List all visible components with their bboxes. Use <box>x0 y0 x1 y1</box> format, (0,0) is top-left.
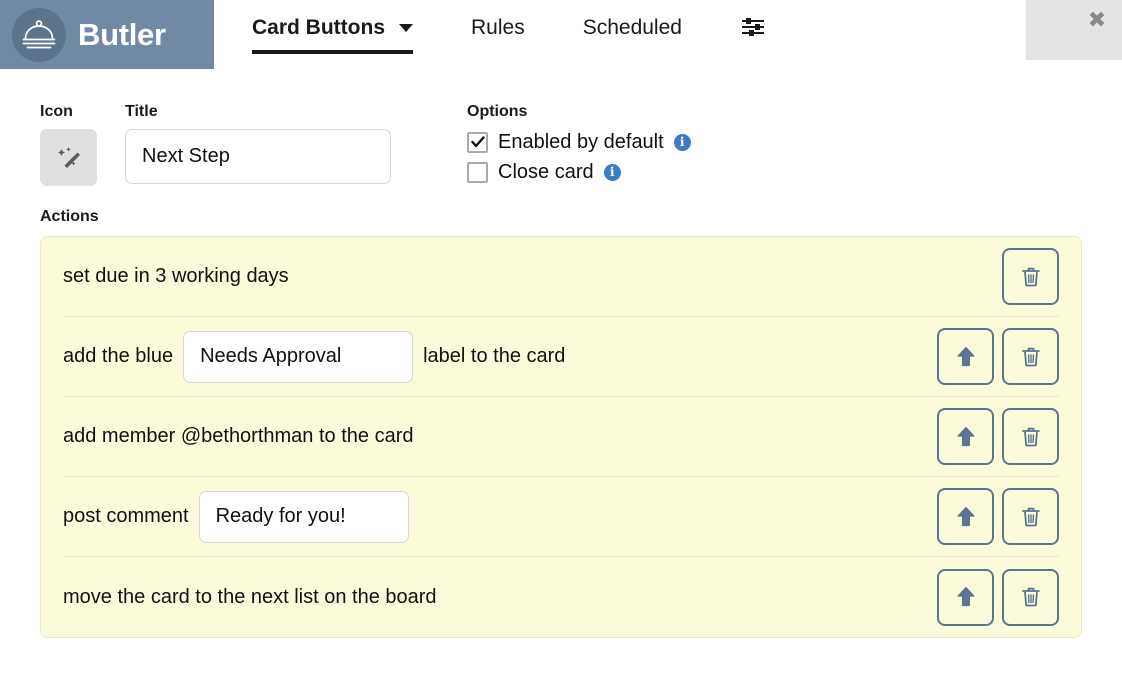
chevron-down-icon <box>399 24 413 32</box>
action-row: post comment <box>63 477 1059 557</box>
options-label: Options <box>467 103 691 121</box>
app-header: Butler Card Buttons Rules Scheduled ✖ <box>0 0 1122 69</box>
action-description: post comment <box>63 491 419 543</box>
action-description: move the card to the next list on the bo… <box>63 586 437 609</box>
main-nav: Card Buttons Rules Scheduled <box>214 0 1122 69</box>
action-value-input[interactable] <box>199 491 409 543</box>
info-icon[interactable]: i <box>604 164 621 181</box>
delete-action-button[interactable] <box>1002 569 1059 626</box>
action-description: set due in 3 working days <box>63 265 289 288</box>
icon-field-label: Icon <box>40 103 125 121</box>
arrow-up-icon <box>954 504 978 530</box>
action-text-segment: move the card to the next list on the bo… <box>63 586 437 609</box>
delete-action-button[interactable] <box>1002 248 1059 305</box>
actions-heading: Actions <box>0 186 1122 236</box>
move-action-up-button[interactable] <box>937 569 994 626</box>
sliders-icon[interactable] <box>740 16 766 42</box>
arrow-up-icon <box>954 584 978 610</box>
move-action-up-button[interactable] <box>937 408 994 465</box>
options-group: Options Enabled by default i Close card … <box>467 103 691 185</box>
option-close-card[interactable]: Close card i <box>467 159 691 185</box>
title-input[interactable] <box>125 129 391 184</box>
checkbox-enabled-by-default[interactable] <box>467 132 488 153</box>
option-enabled-label: Enabled by default <box>498 131 664 154</box>
arrow-up-icon <box>954 424 978 450</box>
actions-panel: set due in 3 working days add the blue lab… <box>40 236 1082 638</box>
trash-icon <box>1019 344 1043 370</box>
action-row: move the card to the next list on the bo… <box>63 557 1059 637</box>
action-row: add the blue label to the card <box>63 317 1059 397</box>
delete-action-button[interactable] <box>1002 488 1059 545</box>
option-enabled-by-default[interactable]: Enabled by default i <box>467 129 691 155</box>
trash-icon <box>1019 424 1043 450</box>
move-action-up-button[interactable] <box>937 488 994 545</box>
trash-icon <box>1019 264 1043 290</box>
button-settings-form: Icon Title Options Enabled by default i <box>0 69 1122 186</box>
tab-rules[interactable]: Rules <box>471 16 525 54</box>
action-description: add member @bethorthman to the card <box>63 425 414 448</box>
tab-rules-label: Rules <box>471 16 525 40</box>
close-icon[interactable]: ✖ <box>1084 8 1110 34</box>
tab-card-buttons-label: Card Buttons <box>252 16 385 40</box>
brand-name: Butler <box>78 19 166 50</box>
action-text-segment: set due in 3 working days <box>63 265 289 288</box>
row-button-group <box>937 488 1059 545</box>
delete-action-button[interactable] <box>1002 408 1059 465</box>
cloche-icon <box>12 8 66 62</box>
action-value-input[interactable] <box>183 331 413 383</box>
delete-action-button[interactable] <box>1002 328 1059 385</box>
icon-field-group: Icon <box>40 103 125 186</box>
brand-block: Butler <box>0 0 214 69</box>
tab-scheduled-label: Scheduled <box>583 16 682 40</box>
tab-card-buttons[interactable]: Card Buttons <box>252 16 413 54</box>
action-text-segment: add member @bethorthman to the card <box>63 425 414 448</box>
info-icon[interactable]: i <box>674 134 691 151</box>
title-field-group: Title <box>125 103 392 184</box>
action-row: set due in 3 working days <box>63 237 1059 317</box>
action-text-segment: label to the card <box>423 345 565 368</box>
action-text-segment: add the blue <box>63 345 173 368</box>
arrow-up-icon <box>954 344 978 370</box>
title-field-label: Title <box>125 103 392 121</box>
action-description: add the blue label to the card <box>63 331 565 383</box>
tab-scheduled[interactable]: Scheduled <box>583 16 682 54</box>
option-close-card-label: Close card <box>498 161 594 184</box>
checkbox-close-card[interactable] <box>467 162 488 183</box>
row-button-group <box>937 328 1059 385</box>
row-button-group <box>1002 248 1059 305</box>
trash-icon <box>1019 584 1043 610</box>
move-action-up-button[interactable] <box>937 328 994 385</box>
trash-icon <box>1019 504 1043 530</box>
row-button-group <box>937 408 1059 465</box>
magic-wand-icon[interactable] <box>40 129 97 186</box>
check-icon <box>471 135 485 149</box>
row-button-group <box>937 569 1059 626</box>
action-text-segment: post comment <box>63 505 189 528</box>
action-row: add member @bethorthman to the card <box>63 397 1059 477</box>
